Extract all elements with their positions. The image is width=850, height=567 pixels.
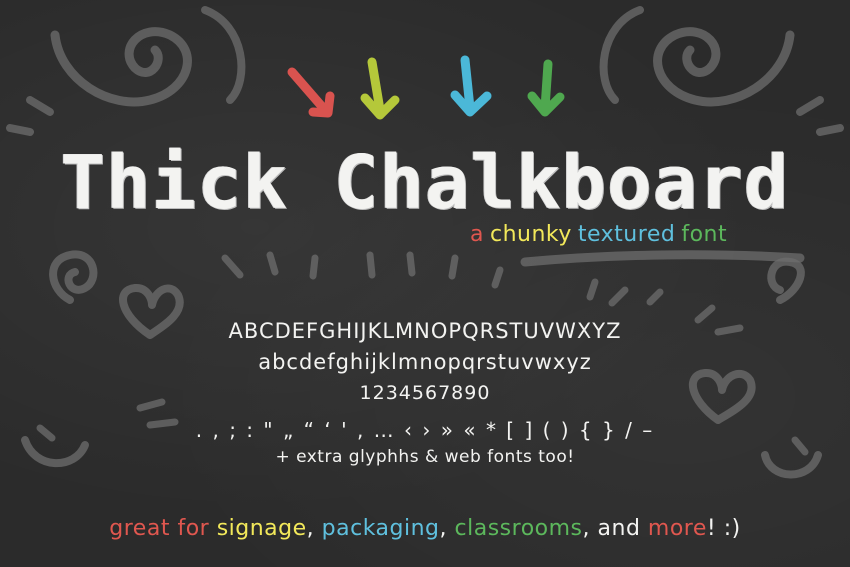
tagline-part: signage xyxy=(216,516,307,541)
tagline-part: , and xyxy=(582,516,648,541)
lowercase-specimen: abcdefghijklmnopqrstuvwxyz xyxy=(258,350,592,374)
subtitle-word: textured xyxy=(577,222,676,247)
green-arrow-icon xyxy=(527,59,565,117)
yellow-arrow-icon xyxy=(360,57,400,120)
punctuation-specimen: . , ; : " „ “ ‘ ' , … ‹ › » « * [ ] ( ) … xyxy=(195,418,655,442)
digits-specimen: 1234567890 xyxy=(359,382,491,404)
blue-arrow-icon xyxy=(450,55,492,117)
extra-glyphs-note: + extra glyphhs & web fonts too! xyxy=(275,447,575,467)
tagline-part: classrooms xyxy=(454,516,583,541)
uppercase-specimen: ABCDEFGHIJKLMNOPQRSTUVWXYZ xyxy=(228,319,622,343)
chalkboard-poster: Thick Chalkboard a chunky textured font ABC… xyxy=(0,0,850,567)
tagline-part: great for xyxy=(109,516,217,541)
subtitle-word: a xyxy=(470,222,484,247)
color-arrows xyxy=(287,55,565,120)
tagline: great for signage, packaging, classrooms… xyxy=(40,516,810,541)
tagline-part: , xyxy=(306,516,322,541)
subtitle-word: font xyxy=(681,222,728,247)
subtitle-word: chunky xyxy=(489,222,572,247)
tagline-part: packaging xyxy=(321,516,440,541)
tagline-part: , xyxy=(439,516,455,541)
font-title: Thick Chalkboard xyxy=(60,140,790,226)
red-arrow-icon xyxy=(287,67,335,118)
font-subtitle: a chunky textured font xyxy=(470,222,810,247)
tagline-part: ! :) xyxy=(706,516,741,541)
tagline-part: more xyxy=(647,516,707,541)
